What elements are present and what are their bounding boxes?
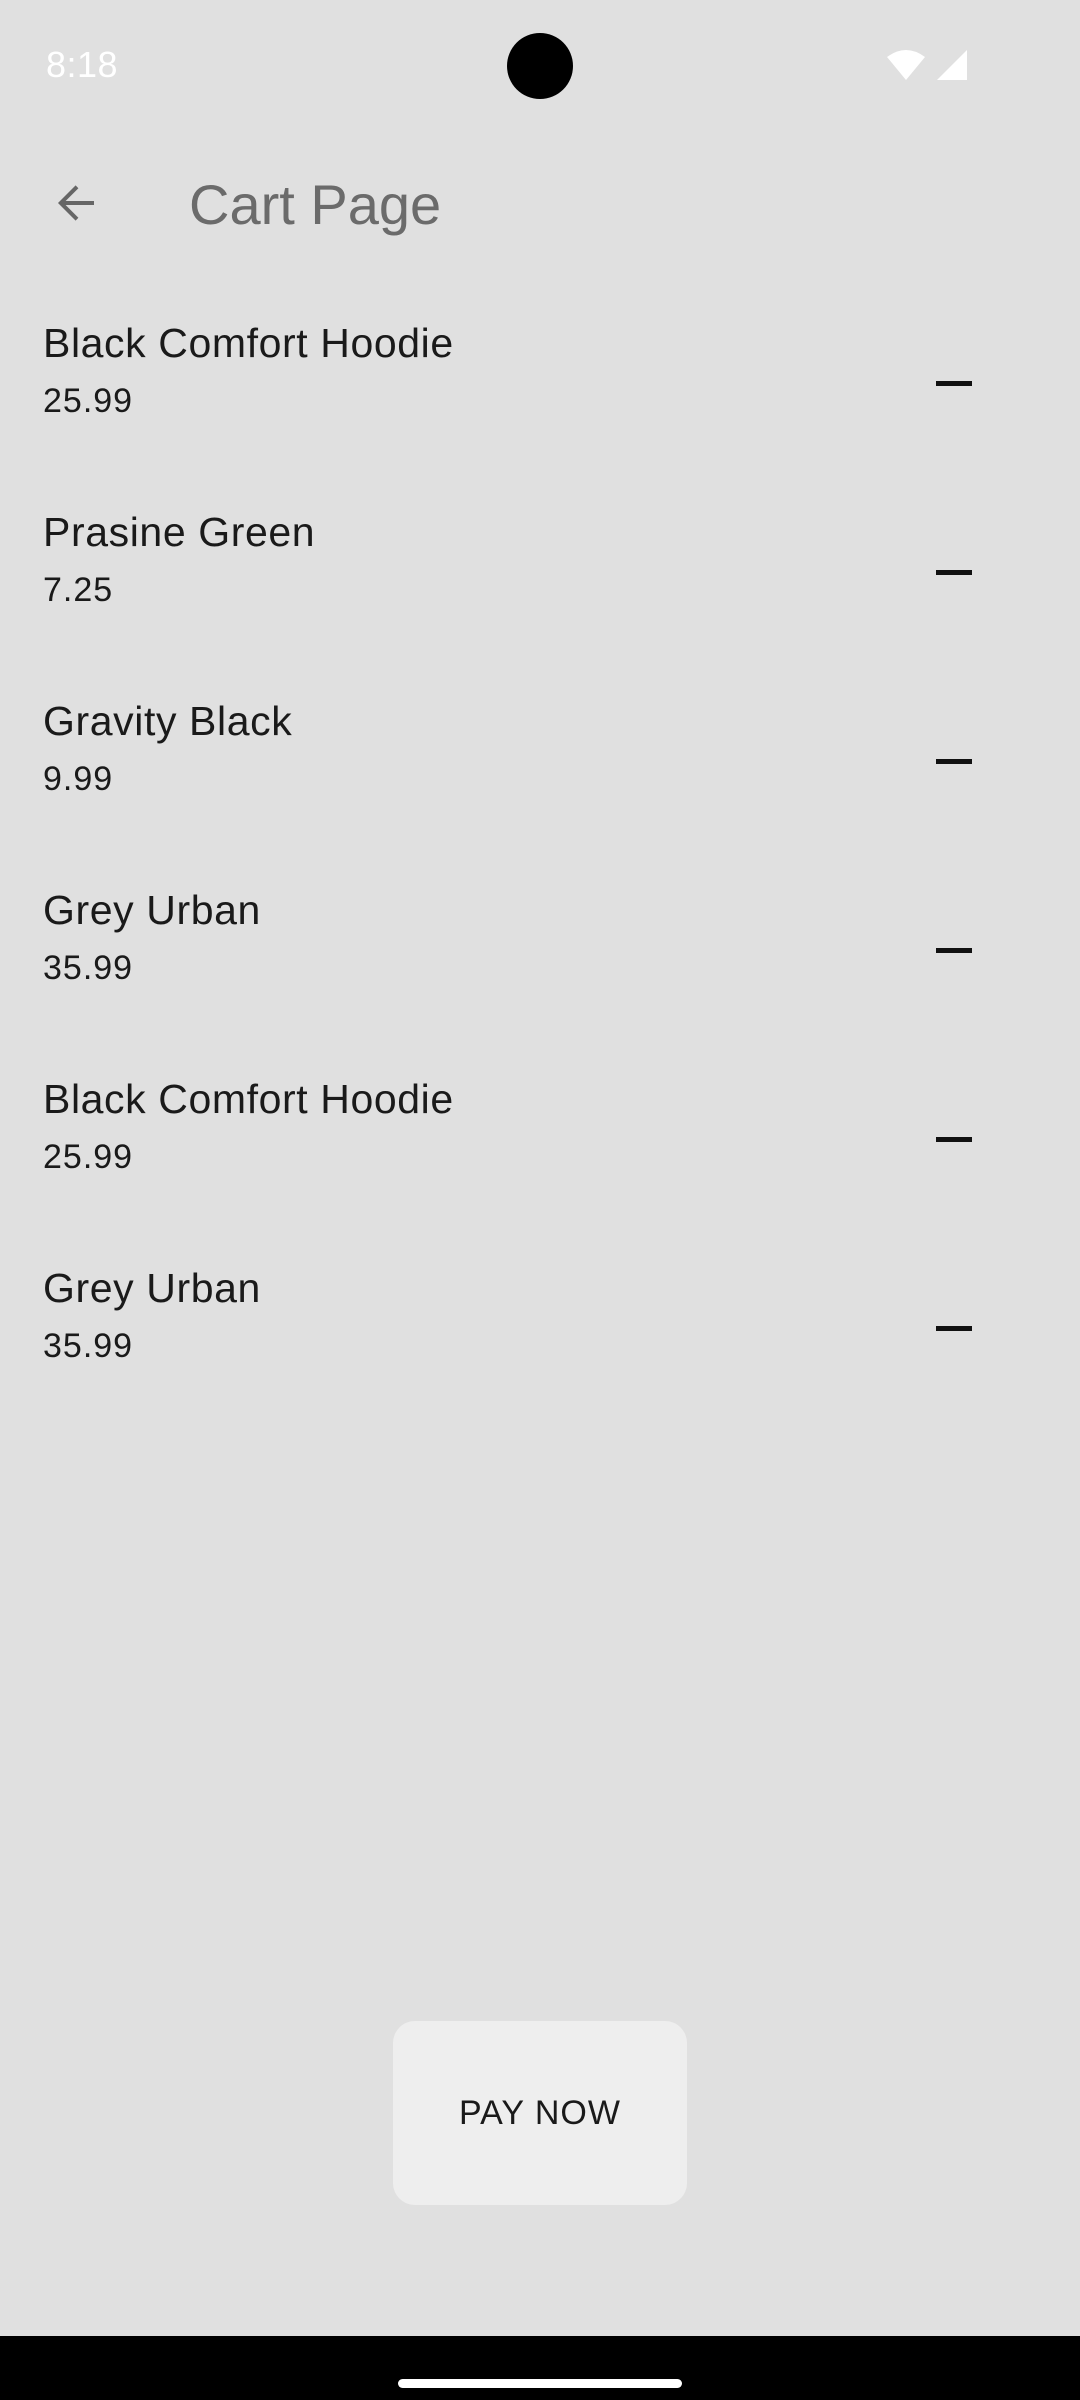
cart-item[interactable]: Black Comfort Hoodie 25.99 [0, 1039, 1080, 1228]
item-name: Prasine Green [43, 509, 316, 555]
remove-item-button[interactable] [908, 1282, 1000, 1374]
remove-item-button[interactable] [908, 715, 1000, 807]
item-price: 25.99 [43, 382, 134, 420]
item-name: Grey Urban [43, 887, 261, 933]
remove-icon [936, 1325, 972, 1331]
pay-now-button[interactable]: PAY NOW [393, 2021, 687, 2205]
cellular-signal-icon [936, 49, 968, 81]
remove-icon [936, 380, 972, 386]
wifi-icon [886, 49, 926, 81]
status-icons [886, 48, 968, 82]
arrow-back-icon [52, 179, 100, 232]
cart-item[interactable]: Prasine Green 7.25 [0, 472, 1080, 661]
item-name: Gravity Black [43, 698, 293, 744]
remove-item-button[interactable] [908, 526, 1000, 618]
item-price: 9.99 [43, 760, 114, 798]
item-name: Grey Urban [43, 1265, 261, 1311]
item-name: Black Comfort Hoodie [43, 320, 454, 366]
item-price: 25.99 [43, 1138, 134, 1176]
remove-item-button[interactable] [908, 904, 1000, 996]
remove-item-button[interactable] [908, 1093, 1000, 1185]
item-price: 35.99 [43, 949, 134, 987]
item-price: 7.25 [43, 571, 114, 609]
system-navigation-bar [0, 2336, 1080, 2400]
remove-item-button[interactable] [908, 337, 1000, 429]
cart-item[interactable]: Grey Urban 35.99 [0, 850, 1080, 1039]
back-button[interactable] [36, 165, 116, 245]
item-name: Black Comfort Hoodie [43, 1076, 454, 1122]
home-indicator[interactable] [398, 2379, 682, 2388]
remove-icon [936, 569, 972, 575]
cart-item[interactable]: Grey Urban 35.99 [0, 1228, 1080, 1417]
remove-icon [936, 947, 972, 953]
status-time: 8:18 [46, 44, 119, 85]
cart-item[interactable]: Gravity Black 9.99 [0, 661, 1080, 850]
status-bar: 8:18 [0, 0, 1080, 132]
cart-list: Black Comfort Hoodie 25.99 Prasine Green… [0, 283, 1080, 1417]
camera-cutout [507, 33, 573, 99]
remove-icon [936, 758, 972, 764]
remove-icon [936, 1136, 972, 1142]
cart-item[interactable]: Black Comfort Hoodie 25.99 [0, 283, 1080, 472]
app-bar: Cart Page [0, 140, 1080, 270]
item-price: 35.99 [43, 1327, 134, 1365]
page-title: Cart Page [189, 173, 442, 236]
cart-screen: 8:18 Cart Page Black Comfort Hoodie 25.9… [0, 0, 1080, 2400]
